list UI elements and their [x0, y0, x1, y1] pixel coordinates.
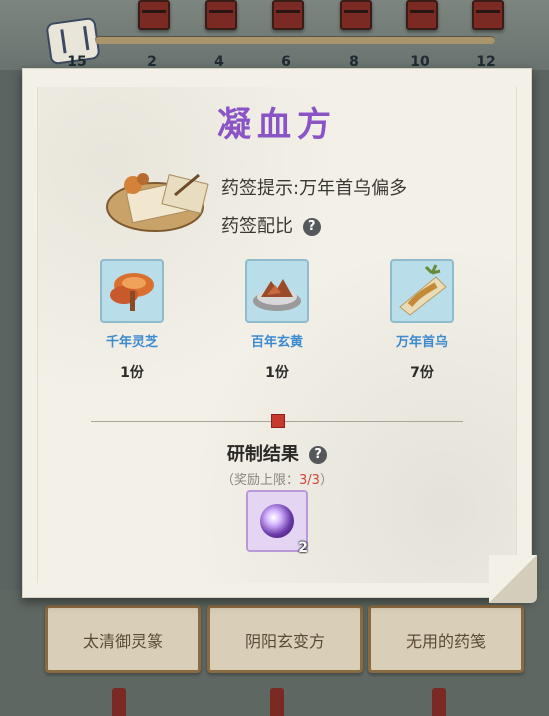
- recipe-button-useless[interactable]: 无用的药笺: [368, 605, 524, 673]
- page-corner-fold: [489, 555, 537, 603]
- post-decoration: [270, 688, 284, 716]
- milestone-chest-icon[interactable]: [138, 0, 170, 30]
- milestone-chest-icon[interactable]: [472, 0, 504, 30]
- ingredient-quantity: 1份: [120, 365, 144, 381]
- lingzhi-icon[interactable]: [100, 259, 164, 323]
- ingredient-slot[interactable]: 千年灵芝 1份: [92, 259, 172, 382]
- milestone-chest-icon[interactable]: [340, 0, 372, 30]
- reward-limit: （奖励上限：3/3）: [23, 469, 531, 488]
- milestone-chest-icon[interactable]: [272, 0, 304, 30]
- recipe-title: 凝血方: [217, 105, 337, 145]
- ratio-label: 药签配比: [221, 216, 293, 237]
- reward-item[interactable]: 2: [246, 490, 308, 556]
- recipe-button-yinyang[interactable]: 阴阳玄变方: [207, 605, 363, 673]
- post-decoration: [112, 688, 126, 716]
- milestone-chest-icon[interactable]: [205, 0, 237, 30]
- recipe-scroll-icon: [106, 173, 209, 232]
- limit-suffix: ）: [319, 473, 333, 488]
- result-title: 研制结果: [226, 444, 299, 465]
- reward-count: 2: [298, 540, 308, 556]
- ingredient-quantity: 1份: [265, 365, 289, 381]
- xuanhuang-icon[interactable]: [245, 259, 309, 323]
- limit-prefix: （奖励上限：: [221, 473, 300, 488]
- milestone-chest-icon[interactable]: [406, 0, 438, 30]
- ingredient-quantity: 7份: [410, 365, 434, 381]
- ratio-row: 药签配比 ?: [221, 212, 321, 238]
- recipe-hint: 药签提示:万年首乌偏多: [221, 178, 408, 199]
- seal-icon: [271, 414, 285, 428]
- recipe-button-taiqing[interactable]: 太清御灵篆: [45, 605, 201, 673]
- result-title-row: 研制结果 ?: [23, 440, 531, 466]
- ingredient-slot[interactable]: 百年玄黄 1份: [237, 259, 317, 382]
- shouwu-icon[interactable]: [390, 259, 454, 323]
- ingredient-name: 万年首乌: [395, 335, 448, 350]
- purple-orb-icon: [260, 504, 294, 538]
- recipe-panel: 凝血方 药签提示:万年首乌偏多 药签配比 ? 千年灵芝 1份 百年玄黄 1份 万…: [22, 68, 537, 603]
- help-icon[interactable]: ?: [309, 446, 328, 464]
- post-decoration: [432, 688, 446, 716]
- ingredient-name: 千年灵芝: [105, 335, 158, 350]
- progress-track: [95, 36, 495, 44]
- ingredient-slot[interactable]: 万年首乌 7份: [382, 259, 462, 382]
- ingredient-name: 百年玄黄: [250, 335, 303, 350]
- help-icon[interactable]: ?: [302, 218, 321, 236]
- limit-value: 3/3: [299, 473, 320, 488]
